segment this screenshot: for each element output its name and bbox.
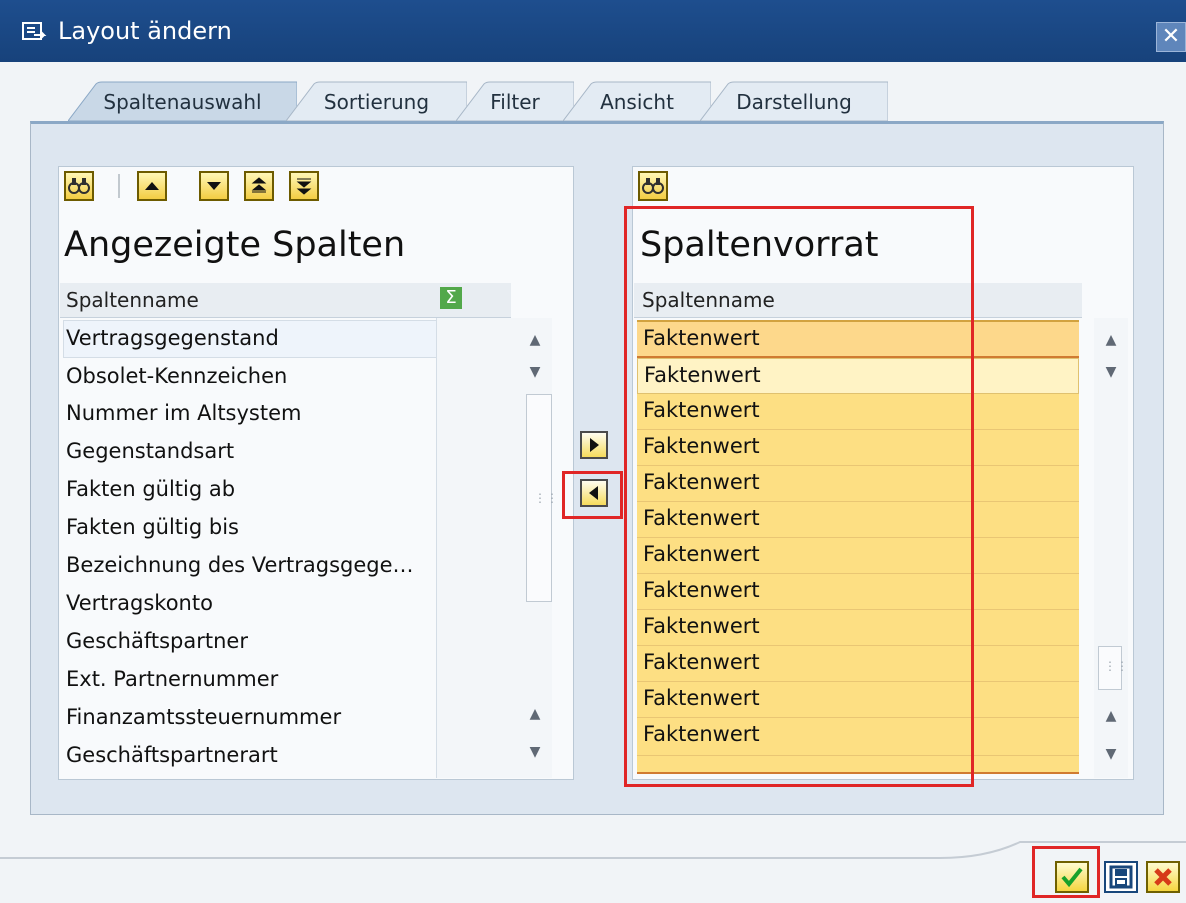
remove-button-highlight xyxy=(562,471,623,519)
layout-icon xyxy=(22,22,47,40)
tab-label: Sortierung xyxy=(323,90,430,114)
list-item[interactable]: Vertragsgegenstand xyxy=(66,326,279,350)
list-item[interactable]: Bezeichnung des Vertragsgege… xyxy=(66,553,414,577)
list-item[interactable]: Vertragskonto xyxy=(66,591,213,615)
displayed-columns-title: Angezeigte Spalten xyxy=(64,225,406,265)
window-title-bar: Layout ändern ✕ xyxy=(0,0,1186,62)
list-item[interactable]: Geschäftspartnerart xyxy=(66,743,278,767)
confirm-button[interactable] xyxy=(1055,861,1089,893)
move-bottom-button[interactable] xyxy=(289,171,319,201)
move-down-button[interactable] xyxy=(199,171,229,201)
checkmark-icon xyxy=(1061,867,1083,888)
list-item[interactable]: Nummer im Altsystem xyxy=(66,401,301,425)
toolbar-separator xyxy=(118,174,120,198)
list-item[interactable]: Fakten gültig bis xyxy=(66,515,239,539)
list-item[interactable]: Finanzamtssteuernummer xyxy=(66,705,341,729)
find-button[interactable] xyxy=(64,171,94,201)
triangle-right-icon xyxy=(590,438,599,452)
tab-label: Spaltenauswahl xyxy=(103,90,262,114)
close-button[interactable]: ✕ xyxy=(1156,22,1186,52)
sum-icon: Σ xyxy=(445,287,457,308)
find-button[interactable] xyxy=(638,171,668,201)
list-item[interactable]: Geschäftspartner xyxy=(66,629,248,653)
tab-ansicht[interactable]: Ansicht xyxy=(563,81,711,122)
scroll-up-icon[interactable]: ▲ xyxy=(525,330,545,350)
list-item[interactable]: Gegenstandsart xyxy=(66,439,234,463)
cancel-icon xyxy=(1154,868,1172,886)
tab-label: Ansicht xyxy=(600,90,674,114)
left-scroll-grip: ⋮⋮ xyxy=(534,491,558,505)
tab-label: Darstellung xyxy=(736,90,852,114)
list-item[interactable]: Obsolet-Kennzeichen xyxy=(66,364,287,388)
scroll-down-icon[interactable]: ▼ xyxy=(1101,744,1121,764)
save-button[interactable] xyxy=(1104,861,1138,893)
scroll-up-icon[interactable]: ▲ xyxy=(1101,330,1121,350)
scroll-down-icon[interactable]: ▼ xyxy=(525,362,545,382)
add-column-button[interactable] xyxy=(580,431,608,459)
left-list-column xyxy=(436,318,518,778)
scroll-up-icon[interactable]: ▲ xyxy=(1101,706,1121,726)
double-down-icon xyxy=(296,178,312,195)
move-top-button[interactable] xyxy=(244,171,274,201)
list-item[interactable]: Fakten gültig ab xyxy=(66,477,235,501)
tab-sortierung[interactable]: Sortierung xyxy=(286,81,467,122)
available-columns-highlight xyxy=(624,206,974,787)
save-icon xyxy=(1109,865,1133,889)
double-up-icon xyxy=(251,177,267,193)
binoculars-icon xyxy=(642,178,664,194)
right-scroll-grip: ⋮⋮ xyxy=(1104,659,1128,673)
left-column-header: Spaltenname xyxy=(66,288,199,312)
scroll-down-icon[interactable]: ▼ xyxy=(525,742,545,762)
window-title: Layout ändern xyxy=(58,17,232,45)
tab-filter[interactable]: Filter xyxy=(456,81,574,122)
binoculars-icon xyxy=(68,178,90,194)
list-item[interactable]: Ext. Partnernummer xyxy=(66,667,278,691)
tab-label: Filter xyxy=(490,90,540,114)
scroll-up-icon[interactable]: ▲ xyxy=(525,704,545,724)
tab-spaltenauswahl[interactable]: Spaltenauswahl xyxy=(68,81,297,122)
sum-column-header: Σ xyxy=(440,287,462,309)
move-up-button[interactable] xyxy=(137,171,167,201)
triangle-down-icon xyxy=(207,182,221,190)
tab-darstellung[interactable]: Darstellung xyxy=(700,81,888,122)
scroll-down-icon[interactable]: ▼ xyxy=(1101,362,1121,382)
cancel-button[interactable] xyxy=(1146,861,1180,893)
triangle-up-icon xyxy=(145,182,159,190)
